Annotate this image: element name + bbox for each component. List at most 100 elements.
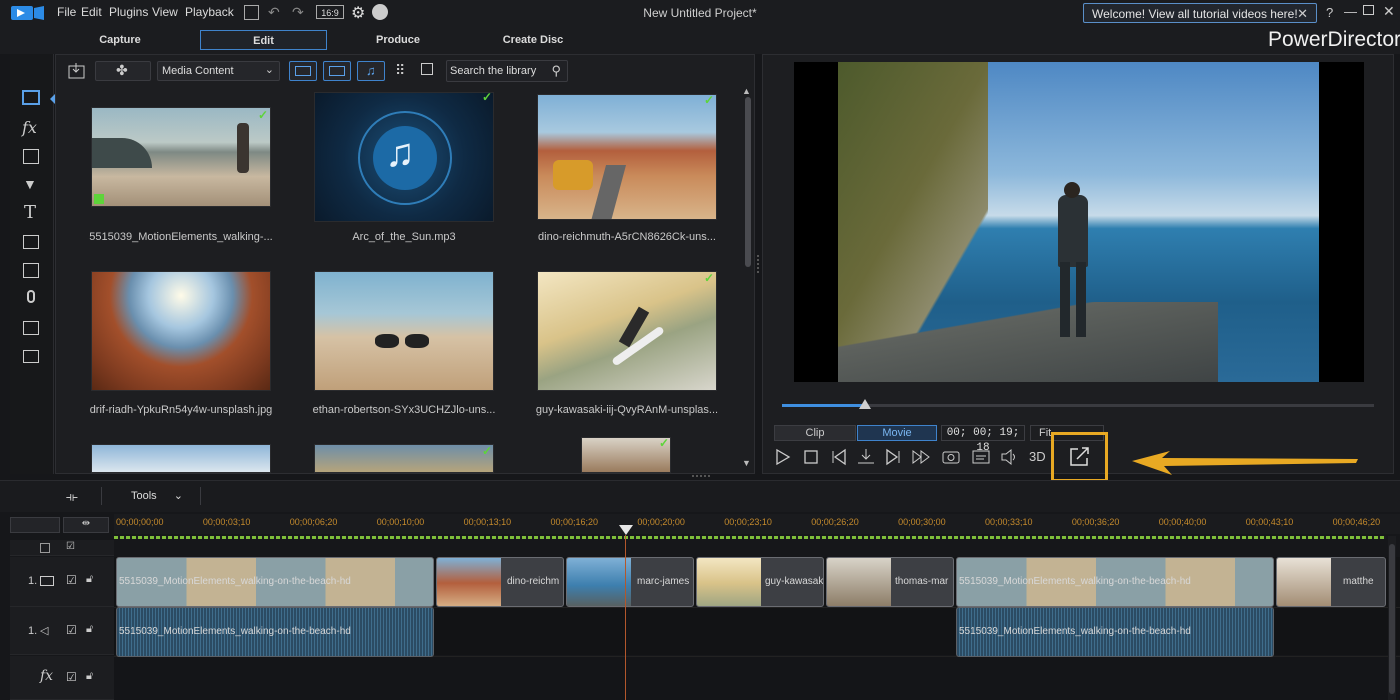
filter-image-button[interactable] [323, 61, 351, 81]
library-search-input[interactable]: Search the library ⚲ [446, 60, 568, 82]
library-scrollbar[interactable] [744, 85, 752, 470]
filter-video-button[interactable] [289, 61, 317, 81]
pip-room-icon[interactable] [23, 149, 39, 164]
tab-produce[interactable]: Produce [352, 30, 444, 50]
split-tracks-icon[interactable]: ⟛ [66, 489, 78, 505]
menu-file[interactable]: File [57, 5, 76, 19]
next-frame-button[interactable] [882, 446, 904, 468]
media-item-audio[interactable]: ♫ [314, 92, 494, 222]
fit-timeline-button[interactable]: ⇹ [63, 517, 109, 533]
audio-clip[interactable]: 5515039_MotionElements_walking-on-the-be… [956, 607, 1274, 657]
stop-button[interactable] [800, 446, 822, 468]
transition-room-icon[interactable] [23, 235, 39, 249]
preview-video-frame[interactable] [794, 62, 1364, 382]
fast-forward-button[interactable] [910, 446, 932, 468]
lock-icon[interactable]: 🔓︎ [86, 670, 93, 683]
title-room-icon[interactable]: T [24, 202, 36, 223]
vertical-resize-handle[interactable] [757, 255, 760, 273]
track-enable-checkbox[interactable]: ☑ [66, 623, 77, 637]
panel-resize-handle[interactable] [692, 475, 710, 479]
media-room-icon[interactable] [22, 90, 40, 105]
clip-mode-tab[interactable]: Clip [774, 425, 856, 441]
import-media-button[interactable] [66, 61, 90, 81]
minimize-icon[interactable]: — [1344, 4, 1357, 19]
microphone-icon[interactable] [27, 290, 35, 303]
chapter-room-icon[interactable] [23, 321, 39, 335]
menu-view[interactable]: View [152, 5, 178, 19]
video-clip[interactable]: matthe [1276, 557, 1386, 607]
split-button[interactable] [855, 446, 877, 468]
expand-view-icon[interactable] [421, 63, 433, 75]
lock-icon[interactable]: 🔓︎ [86, 623, 93, 636]
redo-icon[interactable]: ↷ [292, 4, 304, 21]
media-item-desert-photo[interactable] [537, 94, 717, 220]
lock-icon[interactable]: 🔓︎ [86, 573, 93, 586]
tab-edit[interactable]: Edit [200, 30, 327, 50]
preview-progress-track[interactable] [782, 399, 1374, 409]
undo-icon[interactable]: ↶ [268, 4, 280, 21]
ruler-tick-label: 00;00;36;20 [1071, 517, 1120, 527]
plugins-button[interactable]: ✤ [95, 61, 151, 81]
maximize-icon[interactable] [1363, 5, 1374, 15]
menu-plugins[interactable]: Plugins [109, 5, 148, 19]
audio-clip[interactable]: 5515039_MotionElements_walking-on-the-be… [116, 607, 434, 657]
tab-capture[interactable]: Capture [74, 30, 166, 50]
search-icon[interactable]: ⚲ [551, 63, 561, 79]
track-monitor-toggle[interactable] [40, 543, 50, 553]
movie-mode-tab[interactable]: Movie [857, 425, 937, 441]
video-clip[interactable]: 5515039_MotionElements_walking-on-the-be… [956, 557, 1274, 607]
video-clip[interactable]: thomas-mar [826, 557, 954, 607]
window-close-icon[interactable]: ✕ [1383, 3, 1395, 20]
scroll-down-icon[interactable]: ▼ [742, 458, 751, 468]
particle-room-icon[interactable]: ▼ [23, 176, 37, 192]
video-clip[interactable]: dino-reichm [436, 557, 564, 607]
timecode-display[interactable]: 00; 00; 19; 18 [941, 425, 1025, 454]
timeline-scrollbar-thumb[interactable] [1389, 544, 1395, 694]
media-item-sunglasses-photo[interactable] [314, 271, 494, 391]
volume-icon[interactable] [998, 446, 1020, 468]
menu-edit[interactable]: Edit [81, 5, 102, 19]
track-enable-checkbox[interactable]: ☑ [66, 670, 77, 684]
tab-create-disc[interactable]: Create Disc [485, 30, 581, 50]
fx-track-lane[interactable] [114, 656, 1400, 700]
notification-icon[interactable] [372, 4, 388, 20]
scroll-up-icon[interactable]: ▲ [742, 86, 751, 96]
fx-room-icon[interactable]: fx [22, 118, 37, 137]
media-item-partial[interactable] [91, 444, 271, 473]
timeline-scrollbar[interactable] [1388, 536, 1396, 700]
track-enable-checkbox[interactable]: ☑ [66, 541, 75, 552]
video-clip[interactable]: 5515039_MotionElements_walking-on-the-be… [116, 557, 434, 607]
welcome-banner[interactable]: Welcome! View all tutorial videos here! … [1083, 3, 1317, 23]
media-item-beach-video[interactable] [91, 107, 271, 207]
media-item-partial[interactable] [581, 437, 671, 473]
scrollbar-thumb[interactable] [745, 97, 751, 267]
preview-scrubber-handle[interactable] [858, 399, 871, 409]
subtitles-icon[interactable] [970, 446, 992, 468]
track-enable-checkbox[interactable]: ☑ [66, 573, 77, 587]
previous-frame-button[interactable] [828, 446, 850, 468]
save-icon[interactable] [244, 5, 259, 20]
media-item-partial[interactable] [314, 444, 494, 473]
subtitle-room-icon[interactable] [23, 350, 39, 363]
playhead-marker[interactable] [619, 525, 633, 535]
tools-menu-button[interactable]: Tools ⌄ [131, 489, 183, 502]
grid-view-icon[interactable]: ⠿ [395, 62, 405, 79]
media-item-canyon-photo[interactable] [91, 271, 271, 391]
audio-mixing-room-icon[interactable] [23, 263, 39, 278]
media-item-surfer-photo[interactable] [537, 271, 717, 391]
video-clip[interactable]: guy-kawasak [696, 557, 824, 607]
video-clip[interactable]: marc-james [566, 557, 694, 607]
play-button[interactable] [772, 446, 794, 468]
snapshot-camera-icon[interactable] [940, 446, 962, 468]
close-icon[interactable]: ✕ [1297, 6, 1308, 22]
media-content-dropdown[interactable]: Media Content ⌄ [157, 61, 280, 81]
settings-gear-icon[interactable]: ⚙ [351, 3, 365, 23]
track-view-toggle[interactable] [10, 517, 60, 533]
menu-playback[interactable]: Playback [185, 5, 234, 19]
filter-audio-button[interactable]: ♫ [357, 61, 385, 81]
undock-preview-button[interactable] [1051, 432, 1108, 482]
3d-toggle-button[interactable]: 3D [1029, 449, 1046, 464]
help-icon[interactable]: ? [1326, 5, 1333, 20]
aspect-ratio-selector[interactable]: 16:9 [316, 5, 344, 19]
track-header-fx: fx ☑ 🔓︎ [10, 656, 114, 700]
